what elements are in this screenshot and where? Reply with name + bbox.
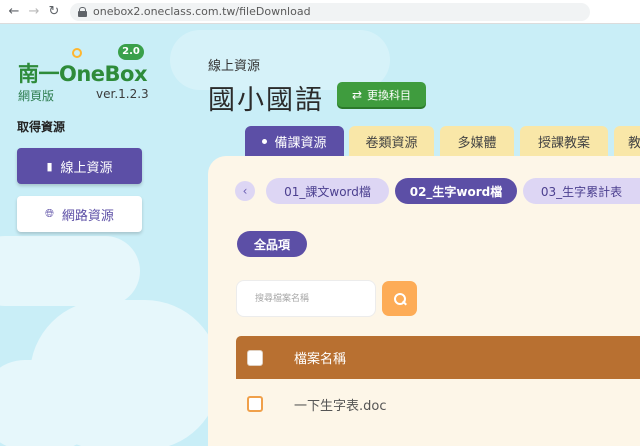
sidebar-section-title: 取得資源	[17, 120, 66, 134]
active-dot-icon	[262, 138, 268, 144]
app-version: ver.1.2.3	[96, 87, 149, 101]
back-arrow-icon[interactable]: ←	[4, 2, 24, 22]
url-text: onebox2.oneclass.com.tw/fileDownload	[93, 5, 311, 18]
tab-lesson-prep[interactable]: 備課資源	[245, 126, 344, 156]
folder-chip-label: 02_生字word檔	[409, 184, 503, 199]
reload-icon[interactable]: ↻	[44, 2, 64, 22]
cloud-decoration	[0, 360, 100, 446]
tab-more[interactable]: 教	[614, 126, 640, 156]
tab-label: 教	[628, 135, 640, 151]
tab-label: 多媒體	[457, 135, 497, 151]
folder-chip-label: 01_課文word檔	[284, 184, 371, 199]
table-row[interactable]: 一下生字表.doc	[236, 382, 640, 426]
browser-toolbar: ← → ↻ onebox2.oneclass.com.tw/fileDownlo…	[0, 0, 640, 24]
tab-label: 卷類資源	[365, 135, 418, 151]
search-icon	[393, 292, 406, 305]
change-subject-button[interactable]: ⇄ 更換科目	[337, 82, 426, 107]
search-input[interactable]	[236, 280, 376, 317]
folder-chip-label: 03_生字累計表	[540, 184, 623, 199]
sidebar-item-online-resources[interactable]: ▮ 線上資源	[17, 148, 142, 184]
page-title: 國小國語	[208, 85, 324, 116]
globe-icon: 🌐︎	[45, 207, 54, 220]
chevron-left-icon: ‹	[242, 184, 248, 198]
tab-teaching-plans[interactable]: 授課教案	[520, 126, 608, 156]
cloud-decoration	[0, 236, 140, 306]
search-button[interactable]	[382, 281, 417, 316]
lock-icon	[78, 6, 87, 17]
logo-version-badge: 2.0	[118, 44, 144, 60]
tab-label: 備課資源	[274, 135, 327, 151]
tab-multimedia[interactable]: 多媒體	[440, 126, 514, 156]
column-header-filename: 檔案名稱	[294, 352, 347, 367]
folder-chip[interactable]: 01_課文word檔	[266, 178, 389, 204]
folder-chip[interactable]: 03_生字累計表	[523, 178, 640, 204]
select-all-checkbox[interactable]	[247, 349, 263, 366]
row-checkbox[interactable]	[247, 396, 263, 412]
tab-label: 授課教案	[537, 135, 590, 151]
scroll-left-button[interactable]: ‹	[235, 181, 255, 201]
change-subject-label: 更換科目	[367, 88, 412, 102]
breadcrumb: 線上資源	[208, 59, 261, 74]
sun-icon	[72, 48, 82, 58]
logo-subtitle: 網頁版	[18, 89, 55, 103]
sidebar-item-label: 網路資源	[61, 208, 114, 224]
forward-arrow-icon[interactable]: →	[24, 2, 44, 22]
all-items-filter[interactable]: 全品項	[237, 231, 307, 257]
swap-arrows-icon: ⇄	[351, 87, 363, 102]
sidebar-item-label: 線上資源	[60, 160, 113, 176]
file-name: 一下生字表.doc	[294, 398, 387, 414]
folder-chip-active[interactable]: 02_生字word檔	[395, 178, 517, 204]
document-icon: ▮	[46, 159, 53, 173]
logo-text: 南一OneBox	[18, 62, 148, 86]
sidebar-item-web-resources[interactable]: 🌐︎ 網路資源	[17, 196, 142, 232]
address-bar[interactable]: onebox2.oneclass.com.tw/fileDownload	[70, 2, 590, 21]
table-header: 檔案名稱	[236, 336, 640, 379]
tab-test-papers[interactable]: 卷類資源	[349, 126, 434, 156]
